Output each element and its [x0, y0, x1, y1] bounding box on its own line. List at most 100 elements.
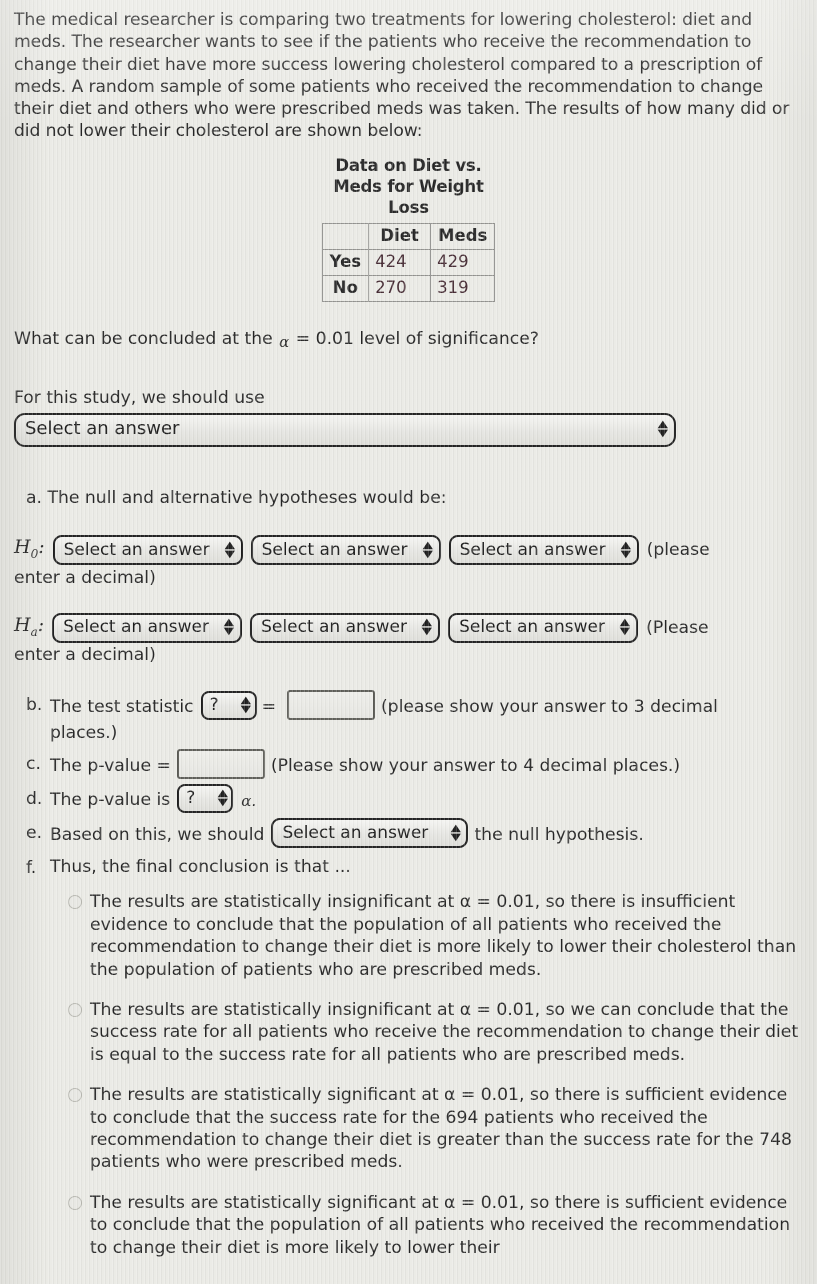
test-statistic-select[interactable]: ? ▲ ▼ [200, 690, 257, 720]
test-statistic-input[interactable] [286, 690, 375, 721]
chevron-updown-icon: ▲ ▼ [422, 618, 433, 638]
conclusion-option-1-label: The results are statistically insignific… [90, 892, 797, 980]
part-a-marker: a. [26, 487, 42, 508]
alternative-hypothesis-select-2[interactable]: Select an answer ▲ ▼ [250, 612, 441, 643]
alternative-hypothesis-subscript: a [30, 624, 38, 639]
decision-select-value: Select an answer [282, 822, 429, 843]
table-corner-cell [321, 222, 370, 250]
study-label: For this study, we should use [14, 387, 265, 408]
chevron-updown-icon: ▲ ▼ [658, 420, 668, 439]
chevron-down-icon: ▼ [422, 548, 433, 560]
part-c-marker: c. [26, 754, 41, 775]
part-b: b. The test statistic ? ▲ ▼ = (please sh… [26, 690, 803, 721]
null-hypothesis-colon: : [38, 535, 45, 558]
test-statistic-select-value: ? [209, 694, 219, 715]
table-row: No 270 319 [321, 274, 496, 302]
chevron-down-icon: ▼ [620, 626, 631, 638]
null-hypothesis-select-3[interactable]: Select an answer ▲ ▼ [448, 535, 639, 566]
part-d-alpha: α. [241, 791, 257, 810]
chevron-down-icon: ▼ [620, 548, 631, 560]
conclusion-option-2-label: The results are statistically insignific… [90, 1000, 799, 1065]
alpha-symbol: α [279, 332, 290, 351]
chevron-updown-icon: ▲ ▼ [217, 789, 228, 809]
table-cell-yes-diet: 424 [368, 248, 432, 276]
alternative-hypothesis-select-3[interactable]: Select an answer ▲ ▼ [448, 612, 639, 643]
part-d: d. The p-value is ? ▲ ▼ α. [26, 784, 803, 814]
problem-statement: The medical researcher is comparing two … [14, 10, 790, 142]
conclusion-option-2[interactable]: The results are statistically insignific… [68, 999, 803, 1066]
alternative-hypothesis-trail: (Please [646, 617, 709, 638]
radio-button-icon[interactable] [68, 1195, 82, 1210]
radio-button-icon[interactable] [68, 1003, 82, 1017]
data-table-title: Data on Diet vs. Meds for Weight Loss [333, 155, 484, 217]
part-e-text: Based on this, we should [50, 824, 265, 845]
conclusion-option-4[interactable]: The results are statistically significan… [68, 1192, 803, 1259]
radio-button-icon[interactable] [68, 1088, 82, 1103]
chevron-down-icon: ▼ [240, 703, 251, 715]
chevron-down-icon: ▼ [450, 831, 461, 843]
chevron-updown-icon: ▲ ▼ [422, 540, 433, 560]
table-column-header-meds: Meds [430, 222, 496, 250]
p-value-comparison-select-value: ? [186, 788, 196, 809]
alternative-hypothesis-row: Ha: Select an answer ▲ ▼ Select an answe… [0, 612, 817, 667]
table-header-row: Diet Meds [321, 222, 496, 250]
p-value-input[interactable] [176, 749, 265, 780]
alternative-hypothesis-select-1-value: Select an answer [63, 617, 209, 638]
chevron-down-icon: ▼ [217, 797, 228, 809]
part-e-marker: e. [26, 823, 43, 844]
significance-question-suffix: level of significance? [359, 328, 539, 349]
null-hypothesis-select-3-value: Select an answer [459, 539, 606, 560]
null-hypothesis-row: H0: Select an answer ▲ ▼ Select an answe… [0, 535, 817, 589]
part-f-marker: f. [26, 858, 37, 879]
alternative-hypothesis-letter: H [14, 613, 31, 636]
study-select-value: Select an answer [25, 418, 180, 440]
chevron-down-icon: ▼ [224, 548, 235, 560]
conclusion-option-4-label: The results are statistically significan… [90, 1192, 791, 1258]
part-d-marker: d. [26, 789, 43, 810]
part-b-trail-second-line: places.) [50, 723, 118, 744]
chevron-updown-icon: ▲ ▼ [620, 540, 631, 560]
alpha-value: = 0.01 [295, 328, 354, 349]
alternative-hypothesis-trail-second-line: enter a decimal) [14, 645, 156, 666]
null-hypothesis-trail-second-line: enter a decimal) [14, 567, 156, 588]
part-b-marker: b. [26, 695, 43, 716]
radio-button-icon[interactable] [68, 895, 82, 910]
null-hypothesis-select-2[interactable]: Select an answer ▲ ▼ [250, 535, 441, 566]
decision-select[interactable]: Select an answer ▲ ▼ [271, 818, 469, 849]
table-cell-no-meds: 319 [430, 274, 496, 302]
conclusion-options: The results are statistically insignific… [0, 891, 817, 1259]
part-e: e. Based on this, we should Select an an… [26, 818, 803, 849]
null-hypothesis-trail: (please [646, 540, 710, 561]
study-select[interactable]: Select an answer ▲ ▼ [14, 412, 676, 447]
chevron-updown-icon: ▲ ▼ [450, 823, 461, 843]
part-c-trail: (Please show your answer to 4 decimal pl… [270, 755, 681, 776]
chevron-updown-icon: ▲ ▼ [224, 618, 235, 638]
conclusion-option-1[interactable]: The results are statistically insignific… [68, 891, 803, 981]
alternative-hypothesis-select-1[interactable]: Select an answer ▲ ▼ [52, 612, 243, 643]
parts-list: b. The test statistic ? ▲ ▼ = (please sh… [0, 690, 817, 879]
chevron-updown-icon: ▲ ▼ [620, 618, 631, 638]
table-cell-yes-meds: 429 [430, 248, 496, 276]
data-table-container: Data on Diet vs. Meds for Weight Loss Di… [0, 155, 817, 302]
alternative-hypothesis-select-2-value: Select an answer [261, 617, 407, 638]
part-e-trail: the null hypothesis. [474, 824, 644, 845]
null-hypothesis-select-1[interactable]: Select an answer ▲ ▼ [52, 535, 243, 566]
chevron-down-icon: ▼ [422, 626, 433, 638]
data-table: Diet Meds Yes 424 429 No 270 319 [321, 222, 496, 302]
null-hypothesis-select-2-value: Select an answer [261, 539, 408, 560]
test-statistic-equals: = [261, 696, 276, 717]
part-f: f. Thus, the final conclusion is that ..… [26, 853, 803, 879]
part-c-text: The p-value = [50, 755, 171, 776]
null-hypothesis-symbol: H0: [14, 535, 45, 566]
significance-question: What can be concluded at the α = 0.01 le… [0, 328, 817, 351]
table-row-header-yes: Yes [321, 248, 370, 276]
part-c: c. The p-value = (Please show your answe… [26, 749, 803, 780]
part-a-label: a. The null and alternative hypotheses w… [0, 487, 817, 509]
conclusion-option-3[interactable]: The results are statistically significan… [68, 1084, 803, 1174]
null-hypothesis-letter: H [14, 535, 31, 558]
null-hypothesis-select-1-value: Select an answer [63, 539, 210, 560]
alternative-hypothesis-select-3-value: Select an answer [459, 617, 605, 638]
p-value-comparison-select[interactable]: ? ▲ ▼ [177, 784, 234, 814]
chevron-down-icon: ▼ [224, 626, 235, 638]
alternative-hypothesis-colon: : [37, 613, 45, 636]
